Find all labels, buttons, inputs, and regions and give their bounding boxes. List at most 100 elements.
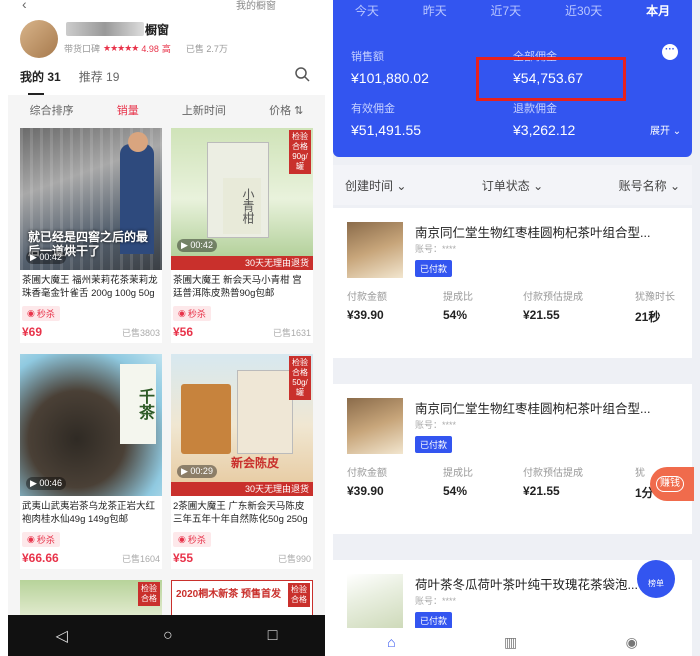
back-icon[interactable]: ‹: [22, 0, 27, 12]
order-product-name: 南京同仁堂生物红枣桂圆枸杞茶叶组合型...: [415, 226, 651, 240]
valid-commission-label: 有效佣金: [351, 103, 395, 115]
filter-account[interactable]: 账号名称 ⌄: [619, 177, 680, 194]
filter-create-time[interactable]: 创建时间 ⌄: [345, 177, 406, 194]
pay-amount-label: 付款金额: [347, 468, 387, 479]
sales-label: 销售额: [351, 51, 384, 63]
inspection-badge: 检验合格: [288, 583, 310, 607]
shop-name-blurred: [66, 22, 144, 36]
recents-square-icon[interactable]: □: [268, 627, 278, 645]
product-grid: 就已经是四窖之后的最后一道烘干了 ▶ 00:42 茶圃大魔王 福州茉莉花茶茉莉龙…: [8, 125, 325, 656]
period-yesterday[interactable]: 昨天: [423, 2, 447, 19]
promo-title: 2020桐木新茶 预售首发: [176, 589, 282, 600]
product-card[interactable]: 小青柑 检验合格 90g/罐 ▶ 00:42 30天无理由退货 茶圃大魔王 新会天…: [171, 128, 313, 343]
order-status-badge: 已付款: [415, 612, 453, 629]
play-icon[interactable]: ▶ 00:46: [26, 477, 66, 490]
period-month[interactable]: 本月: [646, 2, 670, 19]
package-label: 千茶: [120, 364, 156, 444]
expand-button[interactable]: 展开 ⌄: [650, 122, 681, 137]
tab-recommend[interactable]: 推荐 19: [79, 68, 120, 88]
refund-commission-value: ¥3,262.12: [513, 122, 576, 138]
order-thumbnail: [347, 398, 403, 454]
commission-rate-label: 提成比: [443, 292, 473, 303]
inspection-badge: 检验合格 90g/罐: [289, 130, 311, 174]
product-title: 茶圃大魔王 新会天马小青柑 宫廷普洱陈皮熟普90g包邮: [173, 275, 302, 299]
order-account: 账号：****: [415, 420, 457, 430]
commission-rate-label: 提成比: [443, 468, 473, 479]
product-sold: 已售1631: [272, 328, 311, 338]
product-card[interactable]: 检验合格 50g/罐 新会陈皮 ▶ 00:29 30天无理由退货 2茶圃大魔王 广…: [171, 354, 313, 569]
rating-value: 4.98: [141, 43, 159, 54]
highlight-box: [476, 57, 626, 101]
star-icon: ★★★★★: [103, 43, 139, 53]
product-card[interactable]: 千茶 ▶ 00:46 武夷山武夷岩茶乌龙茶正岩大红袍肉桂水仙49g 149g包邮…: [20, 354, 162, 569]
hesitation-label: 犹豫时长: [635, 292, 675, 303]
my-showcase-link[interactable]: 我的橱窗: [236, 0, 276, 12]
play-icon[interactable]: ▶ 00:42: [26, 251, 66, 264]
inspection-badge: 检验合格: [138, 582, 160, 606]
left-screen: ‹ 我的橱窗 橱窗 带货口碑 ★★★★★ 4.98 高 已售 2.7万 我的 3…: [0, 0, 333, 656]
product-card[interactable]: 就已经是四窖之后的最后一道烘干了 ▶ 00:42 茶圃大魔王 福州茉莉花茶茉莉龙…: [20, 128, 162, 343]
sort-new[interactable]: 上新时间: [182, 102, 226, 118]
back-triangle-icon[interactable]: ◁: [56, 626, 68, 646]
product-image: 2020桐木新茶 预售首发 检验合格: [171, 580, 313, 620]
order-status-badge: 已付款: [415, 260, 453, 277]
panel-divider: [325, 0, 333, 656]
order-account: 账号：****: [415, 244, 457, 254]
product-image: 就已经是四窖之后的最后一道烘干了 ▶ 00:42: [20, 128, 162, 270]
estimated-commission-value: ¥21.55: [523, 308, 560, 322]
home-icon[interactable]: ⌂: [387, 634, 395, 650]
period-30days[interactable]: 近30天: [565, 2, 602, 19]
sort-price[interactable]: 价格 ⇅: [269, 102, 303, 118]
chart-icon[interactable]: ▥: [504, 634, 517, 651]
android-nav-bar: ◁ ○ □: [8, 615, 325, 656]
user-icon[interactable]: ◉: [626, 634, 638, 651]
estimated-commission-value: ¥21.55: [523, 484, 560, 498]
shop-avatar[interactable]: [20, 20, 58, 58]
sort-sales[interactable]: 销量: [117, 102, 139, 118]
earn-float-button[interactable]: 赚钱: [650, 467, 694, 501]
filter-order-status[interactable]: 订单状态 ⌄: [482, 177, 543, 194]
home-circle-icon[interactable]: ○: [163, 627, 173, 645]
search-icon[interactable]: [294, 66, 310, 82]
product-caption: 新会陈皮: [231, 456, 280, 470]
shop-sold: 已售 2.7万: [185, 44, 228, 54]
product-image: 检验合格: [20, 580, 162, 620]
shop-rating: 带货口碑 ★★★★★ 4.98 高 已售 2.7万: [64, 42, 228, 55]
commission-rate-value: 54%: [443, 484, 468, 498]
stats-header: 今天 昨天 近7天 近30天 本月 销售额 ¥101,880.02 全部佣金 ¥…: [333, 0, 692, 157]
ranking-float-button[interactable]: 榜单: [637, 560, 675, 598]
sort-comprehensive[interactable]: 综合排序: [30, 102, 74, 118]
pay-amount-value: ¥39.90: [347, 308, 384, 322]
showcase-tabs: 我的 31 推荐 19: [20, 68, 320, 95]
rating-level: 高: [161, 44, 171, 54]
play-icon[interactable]: ▶ 00:29: [177, 465, 217, 478]
estimated-commission-label: 付款预估提成: [523, 468, 583, 479]
play-icon[interactable]: ▶ 00:42: [177, 239, 217, 252]
product-price: ¥56: [173, 325, 194, 339]
period-today[interactable]: 今天: [355, 2, 379, 19]
product-card[interactable]: 检验合格: [20, 580, 162, 620]
product-price: ¥55: [173, 551, 194, 565]
tab-mine[interactable]: 我的 31: [20, 68, 61, 95]
product-image: 检验合格 50g/罐 新会陈皮 ▶ 00:29 30天无理由退货: [171, 354, 313, 496]
order-card[interactable]: 南京同仁堂生物红枣桂圆枸杞茶叶组合型... 账号：**** 已付款 付款金额 提…: [333, 384, 692, 534]
order-card[interactable]: 南京同仁堂生物红枣桂圆枸杞茶叶组合型... 账号：**** 已付款 付款金额 提…: [333, 208, 692, 358]
shop-name: 橱窗: [145, 23, 170, 37]
return-banner: 30天无理由退货: [171, 256, 313, 270]
inspection-badge: 检验合格 50g/罐: [289, 356, 311, 400]
more-icon[interactable]: ···: [662, 44, 678, 60]
sales-value: ¥101,880.02: [351, 70, 429, 86]
valid-commission-value: ¥51,491.55: [351, 122, 422, 138]
order-filters: 创建时间 ⌄ 订单状态 ⌄ 账号名称 ⌄: [333, 165, 692, 205]
commission-rate-value: 54%: [443, 308, 468, 322]
return-banner: 30天无理由退货: [171, 482, 313, 496]
sort-bar: 综合排序 销量 上新时间 价格 ⇅: [8, 95, 325, 125]
rating-label: 带货口碑: [64, 44, 101, 54]
pay-amount-value: ¥39.90: [347, 484, 384, 498]
product-title: 2茶圃大魔王 广东新会天马陈皮三年五年十年自然陈化50g 250g: [173, 501, 308, 525]
product-card[interactable]: 2020桐木新茶 预售首发 检验合格: [171, 580, 313, 620]
product-sold: 已售3803: [121, 328, 160, 338]
estimated-commission-label: 付款预估提成: [523, 292, 583, 303]
period-7days[interactable]: 近7天: [490, 2, 521, 19]
order-account: 账号：****: [415, 596, 457, 606]
